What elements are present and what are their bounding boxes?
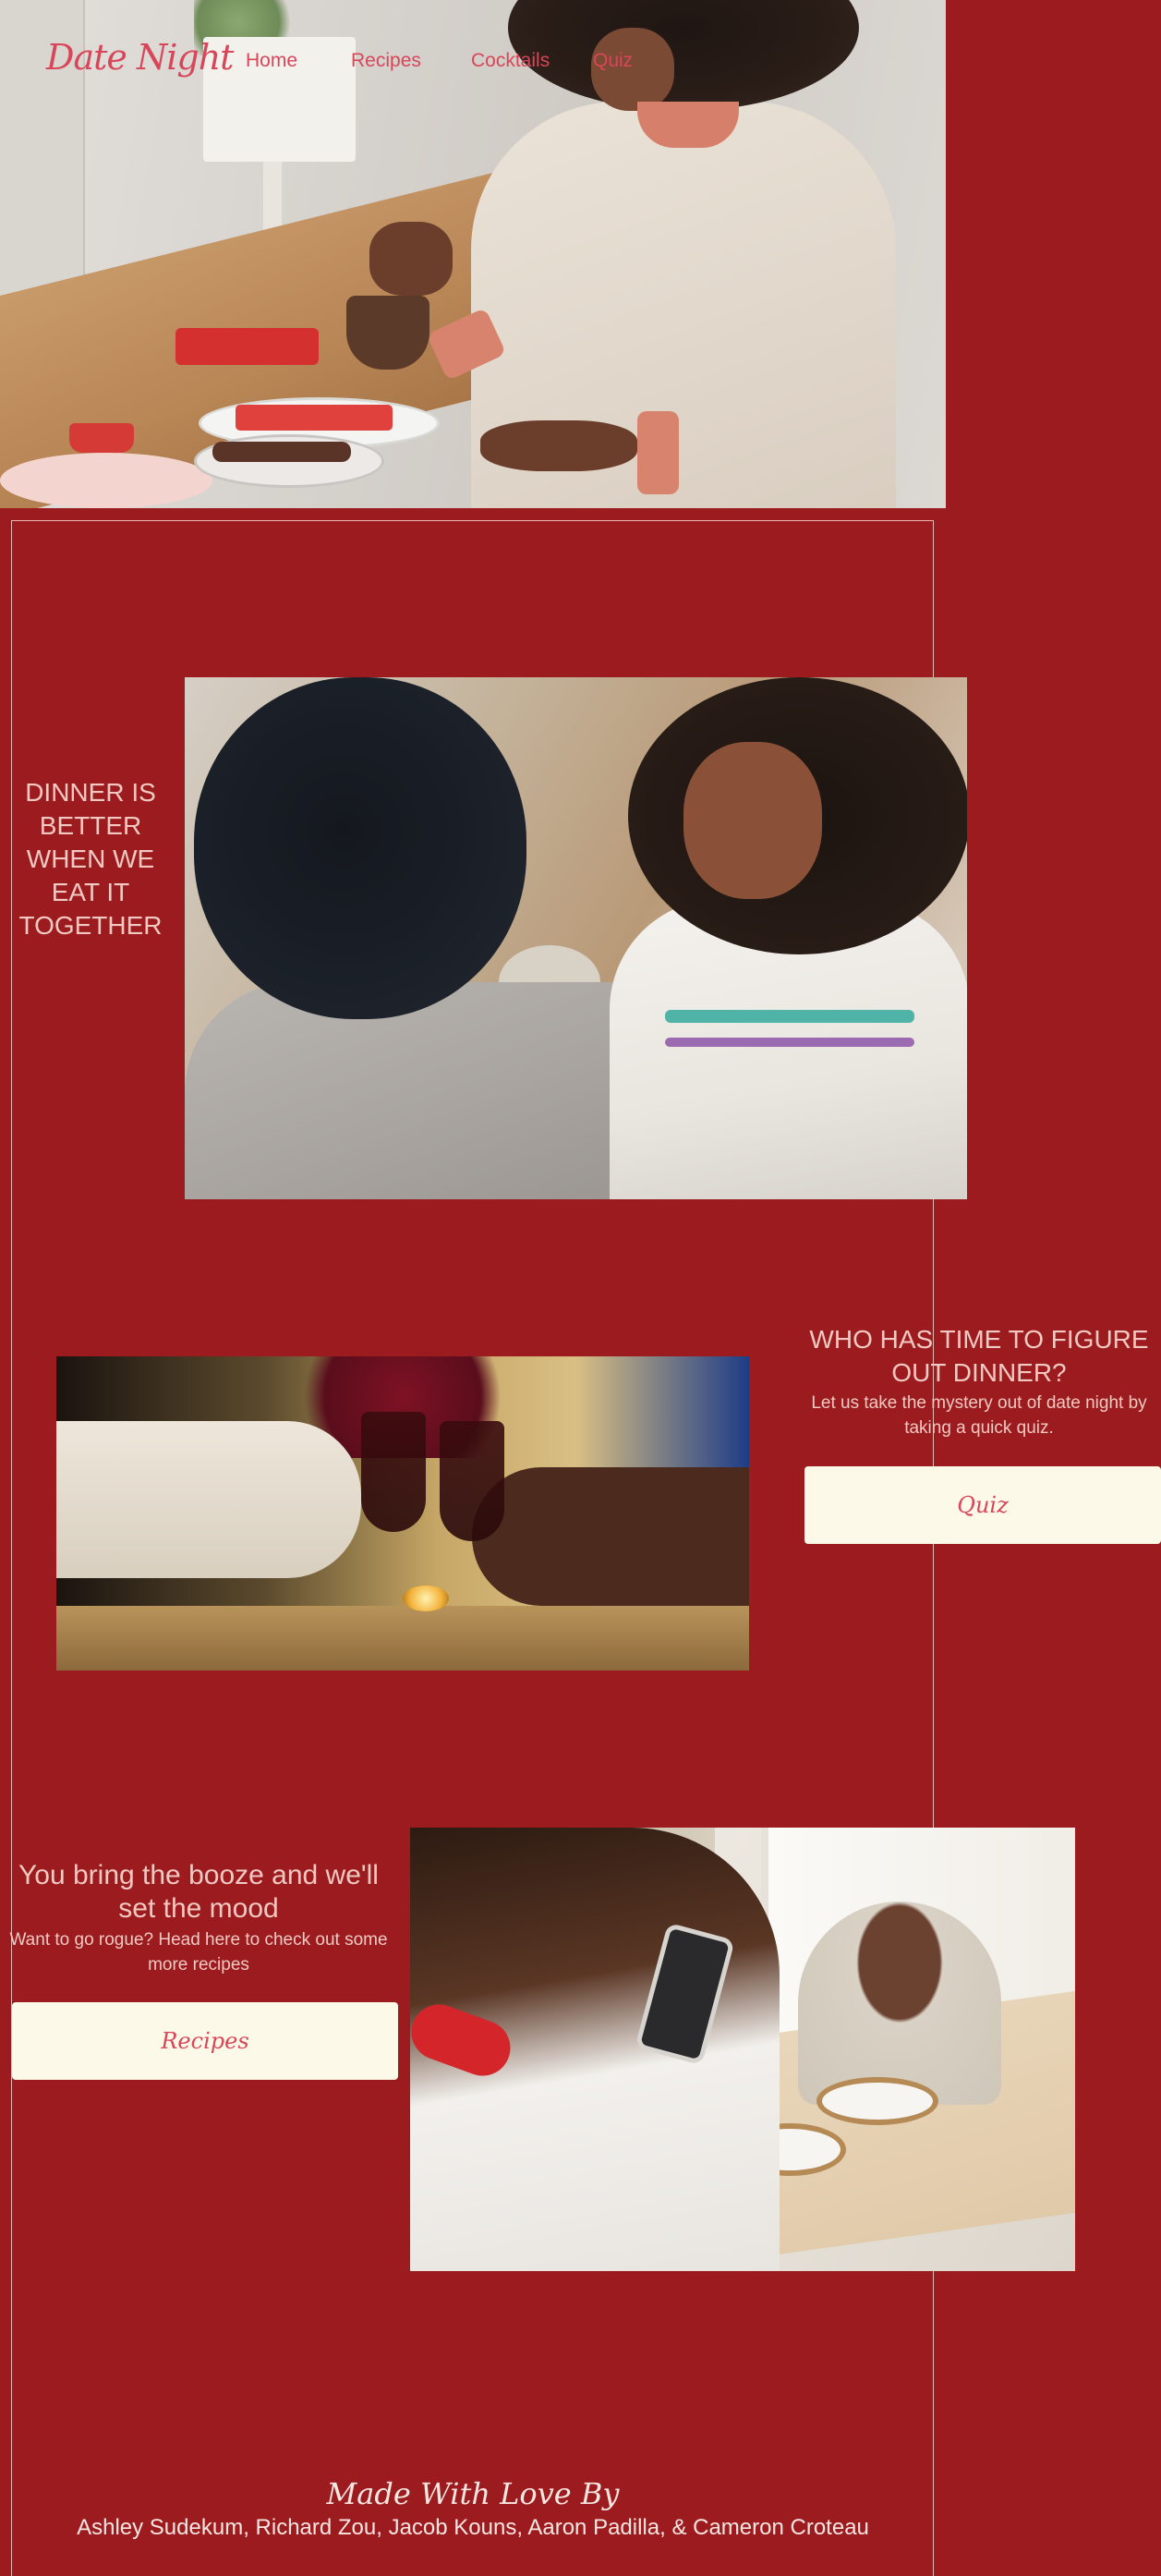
hero-chocolates [212,442,351,462]
booze-subtext: Want to go rogue? Head here to check out… [9,1930,388,1975]
nav-link-cocktails[interactable]: Cocktails [471,50,550,72]
arm-right [472,1467,749,1606]
footer-title: Made With Love By [326,2476,620,2511]
site-logo[interactable]: Date Night [46,37,234,78]
quiz-button[interactable]: Quiz [804,1466,1161,1544]
nav-link-home[interactable]: Home [246,50,297,72]
arm-left [56,1421,361,1578]
hero-bowl [346,296,429,370]
hero-placemat [0,453,212,508]
booze-heading: You bring the booze and we'll set the mo… [18,1860,379,1924]
dining-table-photo [410,1828,1075,2271]
nav-link-quiz[interactable]: Quiz [593,50,633,72]
wine-glass [361,1412,426,1532]
couple-dinner-photo [185,677,967,1199]
hero-person-hand [369,222,453,296]
table [56,1606,749,1671]
dinner-heading: DINNER IS BETTER WHEN WE EAT IT TOGETHER [18,778,163,940]
quiz-subtext: Let us take the mystery out of date nigh… [811,1393,1147,1438]
hero-person-hand-second [480,420,637,471]
recipes-button[interactable]: Recipes [12,2002,398,2080]
smiling-man [798,1902,1001,2105]
hero-cupcake [69,423,134,453]
top-navigation: Date Night Home Recipes Cocktails Quiz [0,37,946,92]
woman-face [683,742,822,899]
hero-tray [175,328,319,365]
sweater-stripe [665,1010,914,1023]
wine-glass-second [440,1421,504,1541]
man-head [194,677,526,1019]
quiz-heading: WHO HAS TIME TO FIGURE OUT DINNER? [809,1325,1149,1387]
nav-link-recipes[interactable]: Recipes [351,50,421,72]
hero-treats [236,405,393,431]
sweater-stripe-second [665,1038,914,1047]
hero-person-cuff-second [637,411,679,494]
wine-toast-photo [56,1356,749,1671]
plate [816,2077,938,2125]
candle [403,1586,449,1611]
footer-credits: Ashley Sudekum, Richard Zou, Jacob Kouns… [77,2515,869,2540]
